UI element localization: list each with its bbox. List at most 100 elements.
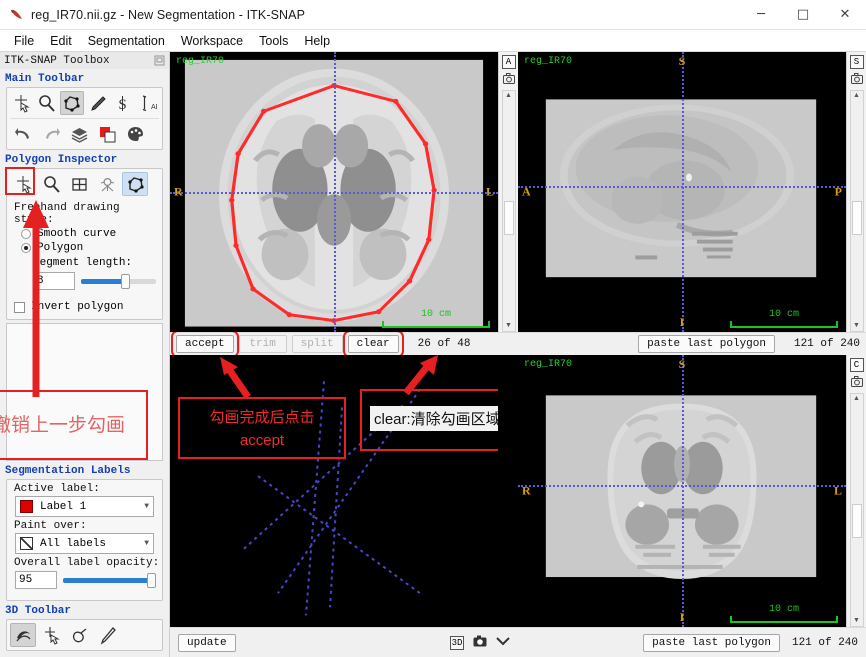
viewport-row-bottom: 勾画完成后点击 accept clear:清除勾画区域 update 3D re… <box>170 354 866 657</box>
sagittal-orient-bottom: I <box>679 314 685 329</box>
update-button[interactable]: update <box>178 633 236 652</box>
menu-help[interactable]: Help <box>296 32 338 50</box>
menu-workspace[interactable]: Workspace <box>173 32 251 50</box>
sagittal-viewport[interactable]: reg_IR70 S I A P 10 cm S ▲ ▼ <box>518 52 866 332</box>
toolbox-header: ITK-SNAP Toolbox <box>0 52 169 69</box>
scrollbar-thumb[interactable] <box>851 503 862 538</box>
scroll-up-icon[interactable]: ▲ <box>505 91 512 100</box>
camera-icon[interactable] <box>850 375 863 390</box>
close-button[interactable]: ✕ <box>824 0 866 30</box>
slider-fill <box>63 577 152 583</box>
slider-fill <box>81 278 125 284</box>
axial-viewport[interactable]: reg_IR70 R L 10 cm A ▲ ▼ <box>170 52 518 332</box>
paste-last-polygon-button[interactable]: paste last polygon <box>638 334 775 353</box>
camera-icon[interactable] <box>473 635 487 650</box>
three-d-icon[interactable]: 3D <box>450 635 464 650</box>
coronal-badge[interactable]: C <box>849 357 864 372</box>
spray-3d-icon[interactable] <box>66 623 92 647</box>
camera-icon[interactable] <box>502 73 515 87</box>
scale-bar-line <box>382 320 490 328</box>
polygon-tool-icon[interactable] <box>60 91 84 115</box>
segment-length-label: Segment length: <box>33 257 133 269</box>
paste-last-polygon-button[interactable]: paste last polygon <box>643 633 780 652</box>
polygon-tool-icon[interactable] <box>122 172 148 196</box>
viewport-area: reg_IR70 R L 10 cm A ▲ ▼ accept trim spl… <box>170 52 866 657</box>
redo-icon[interactable] <box>38 122 64 146</box>
paint-over-dropdown[interactable]: All labels ▼ <box>15 533 154 554</box>
axial-scrollbar[interactable]: ▲ ▼ <box>501 90 516 332</box>
crosshair-tool-icon[interactable] <box>10 91 33 115</box>
zoom-pan-tool-icon[interactable] <box>38 172 64 196</box>
maximize-button[interactable]: □ <box>782 0 824 30</box>
axial-canvas[interactable]: reg_IR70 R L 10 cm <box>170 52 498 332</box>
zoom-pan-tool-icon[interactable] <box>35 91 58 115</box>
scroll-down-icon[interactable]: ▼ <box>853 321 860 330</box>
crosshair-horizontal <box>518 485 846 488</box>
coronal-scrollbar[interactable]: ▲ ▼ <box>849 392 864 627</box>
sagittal-image-label: reg_IR70 <box>524 56 573 67</box>
palette-icon[interactable] <box>122 122 148 146</box>
crosshair-horizontal <box>518 186 846 189</box>
threed-viewport[interactable]: 勾画完成后点击 accept clear:清除勾画区域 <box>170 354 518 628</box>
undo-icon[interactable] <box>10 122 36 146</box>
segment-length-slider[interactable] <box>81 273 156 289</box>
threed-viewport-cell: 勾画完成后点击 accept clear:清除勾画区域 update 3D <box>170 354 518 657</box>
sagittal-orient-left: A <box>522 184 531 199</box>
paint-over-caption: Paint over: <box>14 520 87 532</box>
active-label-dropdown[interactable]: Label 1 ▼ <box>15 496 154 517</box>
crosshair-vertical <box>682 354 684 627</box>
sagittal-side-controls: S ▲ ▼ <box>846 52 866 332</box>
invert-polygon-checkbox[interactable]: Invert polygon <box>7 294 162 319</box>
radio-smooth-curve[interactable]: Smooth curve <box>7 227 162 241</box>
layers-icon[interactable] <box>66 122 92 146</box>
threed-canvas[interactable]: 勾画完成后点击 accept clear:清除勾画区域 <box>170 354 498 628</box>
split-button: split <box>291 334 343 353</box>
menu-edit[interactable]: Edit <box>42 32 80 50</box>
annotation-tool-icon[interactable]: AB <box>136 91 159 115</box>
scrollbar-thumb[interactable] <box>503 201 514 235</box>
scalpel-3d-icon[interactable] <box>94 623 120 647</box>
menu-file[interactable]: File <box>6 32 42 50</box>
slider-knob[interactable] <box>147 572 157 588</box>
minimize-button[interactable]: ─ <box>740 0 782 30</box>
camera-icon[interactable] <box>850 73 863 87</box>
invert-polygon-label: Invert polygon <box>31 301 124 313</box>
label-color-icon[interactable] <box>94 122 120 146</box>
chevron-down-icon[interactable] <box>496 636 510 649</box>
scroll-up-icon[interactable]: ▲ <box>853 91 860 100</box>
crosshair-vertical <box>682 52 684 332</box>
grid-tool-icon[interactable] <box>66 172 92 196</box>
toolbox-title: ITK-SNAP Toolbox <box>4 54 110 67</box>
coronal-slice-counter: 121 of 240 <box>791 636 858 649</box>
radio-polygon[interactable]: Polygon <box>7 241 162 255</box>
snake-tool-icon[interactable]: S <box>111 91 134 115</box>
sagittal-canvas[interactable]: reg_IR70 S I A P 10 cm <box>518 52 846 332</box>
opacity-input[interactable]: 95 <box>15 571 57 589</box>
sagittal-button-bar: paste last polygon 121 of 240 <box>518 331 866 355</box>
crosshair-3d-icon[interactable] <box>38 623 64 647</box>
coronal-orient-right: L <box>833 483 842 498</box>
scroll-down-icon[interactable]: ▼ <box>505 321 512 330</box>
undock-icon[interactable] <box>154 55 165 66</box>
crosshair-tool-icon[interactable] <box>10 172 36 196</box>
coronal-canvas[interactable]: reg_IR70 S I R L 10 cm <box>518 354 846 627</box>
scrollbar-thumb[interactable] <box>851 201 862 235</box>
scroll-down-icon[interactable]: ▼ <box>853 616 860 625</box>
paintbrush-tool-icon[interactable] <box>86 91 109 115</box>
slider-knob[interactable] <box>120 273 130 289</box>
clear-button[interactable]: clear <box>342 329 404 358</box>
menu-tools[interactable]: Tools <box>251 32 296 50</box>
contrast-tool-icon[interactable] <box>94 172 120 196</box>
trackball-3d-icon[interactable] <box>10 623 36 647</box>
opacity-slider[interactable] <box>63 572 157 588</box>
sagittal-badge[interactable]: S <box>849 55 864 69</box>
coronal-viewport[interactable]: reg_IR70 S I R L 10 cm C ▲ ▼ <box>518 354 866 627</box>
sagittal-scrollbar[interactable]: ▲ ▼ <box>849 90 864 332</box>
axial-badge[interactable]: A <box>501 55 516 69</box>
menu-segmentation[interactable]: Segmentation <box>80 32 173 50</box>
accept-button[interactable]: accept <box>171 329 239 358</box>
window-controls: ─ □ ✕ <box>740 0 866 30</box>
segment-length-input[interactable]: 8 <box>33 272 75 290</box>
scroll-up-icon[interactable]: ▲ <box>853 394 860 403</box>
title-bar: reg_IR70.nii.gz - New Segmentation - ITK… <box>0 0 866 30</box>
